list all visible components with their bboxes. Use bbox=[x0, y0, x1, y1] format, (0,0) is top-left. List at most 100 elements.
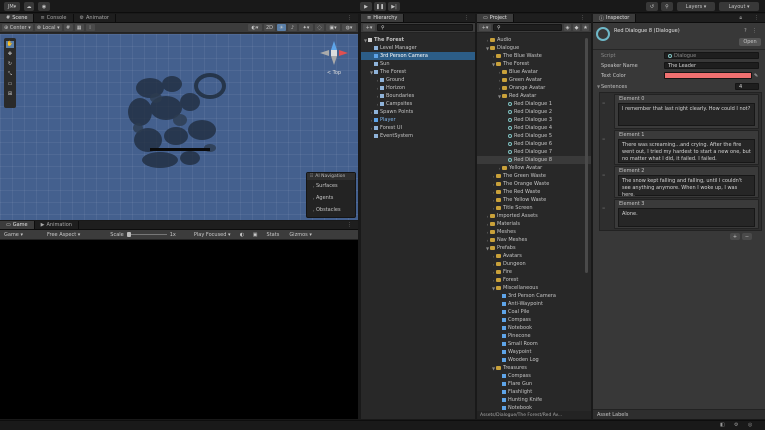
sentences-count-input[interactable]: 4 bbox=[735, 83, 759, 90]
scale-handle[interactable] bbox=[126, 232, 131, 237]
project-item[interactable]: Red Dialogue 2 bbox=[477, 108, 591, 116]
account-dropdown[interactable]: JM ▾ bbox=[4, 2, 20, 11]
project-item[interactable]: Small Room bbox=[477, 340, 591, 348]
hierarchy-item[interactable]: Level Manager bbox=[361, 44, 475, 52]
step-button[interactable]: ▶| bbox=[388, 2, 400, 11]
hierarchy-item[interactable]: › Ground bbox=[361, 76, 475, 84]
eyedropper-icon[interactable]: ✎ bbox=[754, 73, 758, 79]
project-item[interactable]: ▼ Prefabs bbox=[477, 244, 591, 252]
status-icon-2[interactable]: ⚙ bbox=[734, 422, 738, 428]
element-0[interactable]: Element 0 I remember that last night cle… bbox=[614, 94, 759, 129]
collab-icon[interactable]: ◉ bbox=[38, 2, 50, 11]
tab-inspector[interactable]: ⓘ Inspector bbox=[593, 14, 637, 22]
element-3[interactable]: Element 3 Alone. bbox=[614, 199, 759, 229]
status-icon-3[interactable]: ◎ bbox=[748, 422, 752, 428]
2d-toggle[interactable]: 2D bbox=[263, 24, 275, 31]
grid-icon[interactable]: # bbox=[63, 24, 73, 31]
cloud-icon[interactable]: ☁ bbox=[24, 2, 34, 11]
effects-icon[interactable]: ✦▾ bbox=[299, 24, 313, 31]
hand-tool-icon[interactable]: ✋ bbox=[6, 41, 14, 48]
project-item[interactable]: › Title Screen bbox=[477, 204, 591, 212]
text-color-swatch[interactable] bbox=[664, 72, 752, 79]
hierarchy-item[interactable]: ▼ The Forest bbox=[361, 36, 475, 44]
history-icon[interactable]: ↺ bbox=[646, 2, 658, 11]
layout-dropdown[interactable]: Layout ▾ bbox=[719, 2, 759, 11]
vr-icon[interactable]: ▣ bbox=[252, 231, 259, 238]
hierarchy-item[interactable]: › Horizon bbox=[361, 84, 475, 92]
game-viewport[interactable] bbox=[0, 241, 358, 419]
element-0-drag-handle[interactable]: = bbox=[602, 100, 606, 124]
asset-labels-bar[interactable]: Asset Labels bbox=[593, 409, 765, 419]
project-item[interactable]: Compass bbox=[477, 372, 591, 380]
element-1-drag-handle[interactable]: = bbox=[602, 136, 606, 160]
project-item[interactable]: › The Yellow Waste bbox=[477, 196, 591, 204]
element-3-drag-handle[interactable]: = bbox=[602, 205, 606, 225]
element-3-text[interactable]: Alone. bbox=[618, 208, 755, 227]
tab-scene[interactable]: # Scene bbox=[0, 14, 35, 22]
nav-item-obstacles[interactable]: › Obstacles bbox=[307, 204, 355, 216]
project-item[interactable]: ▼ Miscellaneous bbox=[477, 284, 591, 292]
mute-audio-icon[interactable]: ◐ bbox=[239, 231, 246, 238]
hierarchy-item[interactable]: › Campsites bbox=[361, 100, 475, 108]
project-item[interactable]: › Avatars bbox=[477, 252, 591, 260]
hidden-icon[interactable]: ◌ bbox=[315, 24, 324, 31]
project-item[interactable]: Coal Pile bbox=[477, 308, 591, 316]
hierarchy-add-button[interactable]: +▾ bbox=[363, 24, 375, 31]
element-2[interactable]: Element 2 The snow kept falling and fall… bbox=[614, 166, 759, 198]
hierarchy-item[interactable]: › Boundaries bbox=[361, 92, 475, 100]
inspector-menu-icon[interactable]: ⋮ bbox=[748, 14, 765, 22]
increment-icon[interactable]: ⁞ bbox=[85, 24, 95, 31]
filter-type-icon[interactable]: ◈ bbox=[564, 24, 571, 31]
inspector-settings-icon[interactable]: ⋮ bbox=[752, 28, 757, 34]
project-item[interactable]: Red Dialogue 8 bbox=[477, 156, 591, 164]
rotate-tool-icon[interactable]: ↻ bbox=[6, 61, 14, 68]
project-item[interactable]: › Yellow Avatar bbox=[477, 164, 591, 172]
project-item[interactable]: Pinecone bbox=[477, 332, 591, 340]
project-item[interactable]: Red Dialogue 1 bbox=[477, 100, 591, 108]
hierarchy-item[interactable]: Sun bbox=[361, 60, 475, 68]
tab-animator[interactable]: ⚙ Animator bbox=[74, 14, 116, 22]
draw-mode-icon[interactable]: ◐▾ bbox=[247, 24, 262, 31]
scene-viewport[interactable]: ✋ ✥ ↻ ⤡ ▭ ⊞ < Top ⠿ AI Navigation › Surf… bbox=[0, 34, 358, 220]
open-button[interactable]: Open bbox=[739, 38, 761, 46]
filter-label-icon[interactable]: ◆ bbox=[573, 24, 580, 31]
project-item[interactable]: › Meshes bbox=[477, 228, 591, 236]
layers-dropdown[interactable]: Layers ▾ bbox=[677, 2, 715, 11]
project-item[interactable]: › Green Avatar bbox=[477, 76, 591, 84]
center-dropdown[interactable]: ⊕ Center ▾ bbox=[2, 24, 33, 31]
display-dropdown[interactable]: Game ▾ bbox=[2, 231, 25, 238]
project-item[interactable]: ▼ Red Avatar bbox=[477, 92, 591, 100]
project-menu-icon[interactable]: ⋮ bbox=[574, 14, 591, 22]
project-item[interactable]: › Materials bbox=[477, 220, 591, 228]
gizmos-dropdown[interactable]: Gizmos ▾ bbox=[287, 231, 314, 238]
project-item[interactable]: 3rd Person Camera bbox=[477, 292, 591, 300]
rect-tool-icon[interactable]: ▭ bbox=[6, 81, 14, 88]
scene-gizmo[interactable]: < Top bbox=[316, 38, 352, 78]
project-item[interactable]: Flare Gun bbox=[477, 380, 591, 388]
project-item[interactable]: Red Dialogue 5 bbox=[477, 132, 591, 140]
project-item[interactable]: › Audio bbox=[477, 36, 591, 44]
nav-item-agents[interactable]: › Agents bbox=[307, 192, 355, 204]
inspector-lock-icon[interactable]: 🔒︎ bbox=[733, 14, 748, 22]
project-item[interactable]: ▼ Treasures bbox=[477, 364, 591, 372]
project-item[interactable]: Red Dialogue 4 bbox=[477, 124, 591, 132]
project-search-input[interactable]: ⚲ bbox=[493, 24, 562, 31]
project-item[interactable]: › The Green Waste bbox=[477, 172, 591, 180]
hierarchy-item[interactable]: EventSystem bbox=[361, 132, 475, 140]
gizmos-icon[interactable]: ◍▾ bbox=[342, 24, 356, 31]
project-item[interactable]: › Blue Avatar bbox=[477, 68, 591, 76]
transform-tool-icon[interactable]: ⊞ bbox=[6, 91, 14, 98]
element-1[interactable]: Element 1 There was screaming...and cryi… bbox=[614, 130, 759, 165]
project-item[interactable]: ▼ Dialogue bbox=[477, 44, 591, 52]
camera-icon[interactable]: ▣▾ bbox=[326, 24, 340, 31]
pause-button[interactable]: ❚❚ bbox=[374, 2, 386, 11]
project-item[interactable]: › Nav Meshes bbox=[477, 236, 591, 244]
stats-button[interactable]: Stats bbox=[265, 231, 282, 238]
project-item[interactable]: › The Red Waste bbox=[477, 188, 591, 196]
element-2-drag-handle[interactable]: = bbox=[602, 172, 606, 196]
tab-console[interactable]: ≡ Console bbox=[34, 14, 74, 22]
status-icon-1[interactable]: ◧ bbox=[720, 422, 725, 428]
element-2-text[interactable]: The snow kept falling and falling, until… bbox=[618, 175, 755, 198]
project-item[interactable]: › Imported Assets bbox=[477, 212, 591, 220]
hierarchy-item[interactable]: › Forest UI bbox=[361, 124, 475, 132]
